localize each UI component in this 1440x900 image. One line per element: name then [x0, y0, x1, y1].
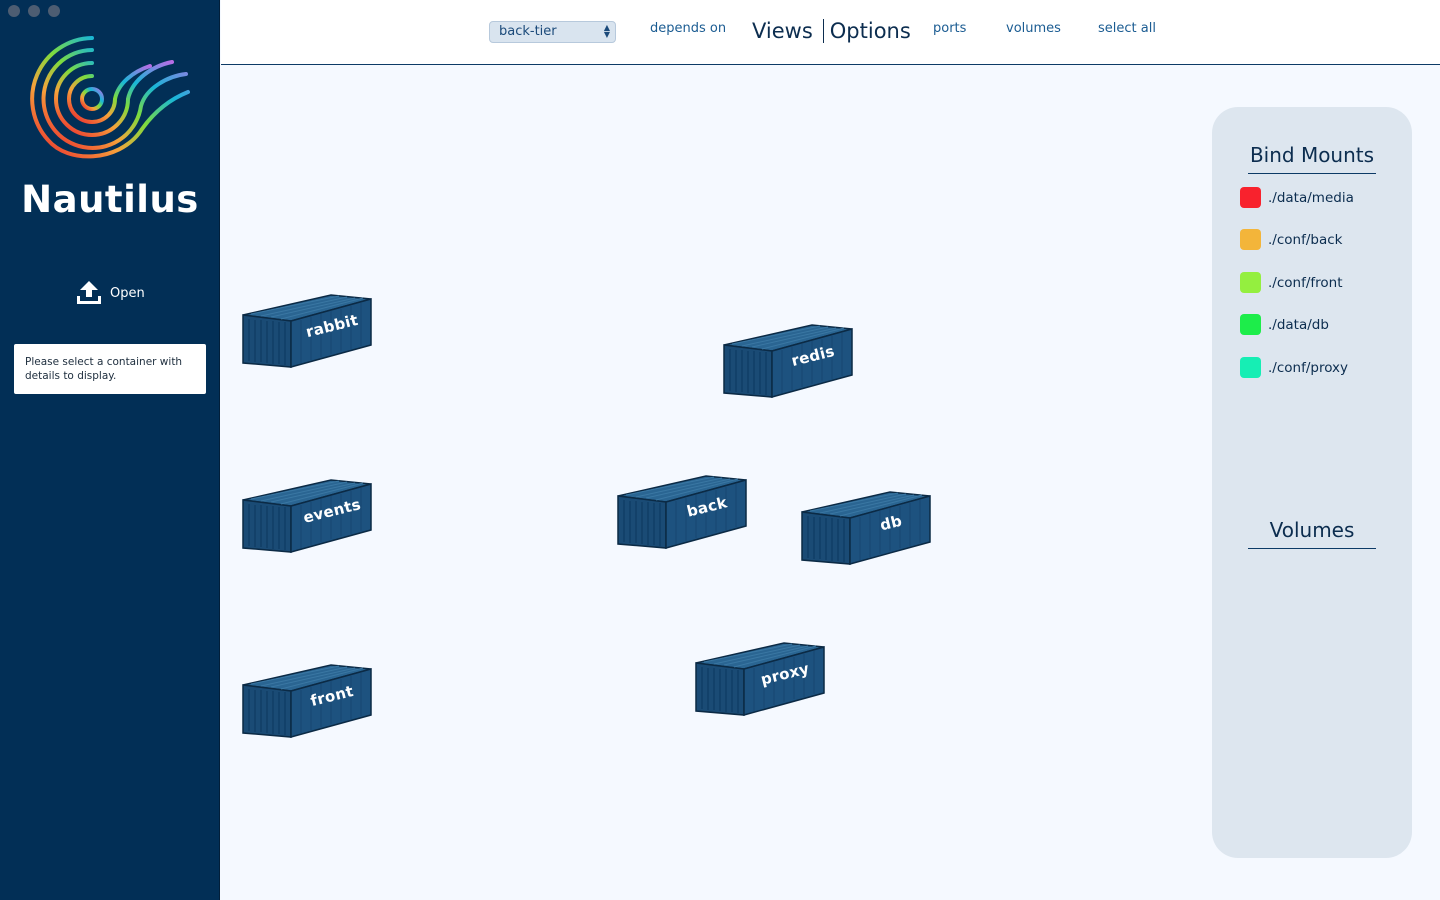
mount-label: ./conf/front — [1268, 274, 1343, 291]
maximize-window-button[interactable] — [48, 5, 60, 17]
color-swatch — [1240, 357, 1261, 378]
container-events[interactable]: events — [241, 478, 373, 554]
color-swatch — [1240, 314, 1261, 335]
container-front[interactable]: front — [241, 663, 373, 739]
ports-link[interactable]: ports — [933, 21, 966, 36]
top-nav-bar: back-tier ▲ ▼ depends on Views Options po… — [221, 0, 1440, 65]
volumes-link[interactable]: volumes — [1006, 21, 1061, 36]
options-label[interactable]: Options — [830, 19, 911, 43]
upload-icon — [77, 281, 101, 304]
container-back[interactable]: back — [616, 474, 748, 550]
color-swatch — [1240, 187, 1261, 208]
bind-mount-item[interactable]: ./conf/back — [1240, 229, 1342, 250]
color-swatch — [1240, 272, 1261, 293]
window-controls — [8, 5, 60, 17]
nautilus-logo-icon — [30, 36, 190, 159]
container-db[interactable]: db — [800, 490, 932, 566]
bind-mount-item[interactable]: ./data/media — [1240, 187, 1354, 208]
mount-label: ./data/db — [1268, 316, 1329, 333]
close-window-button[interactable] — [8, 5, 20, 17]
mount-label: ./data/media — [1268, 189, 1354, 206]
container-details-panel: Please select a container with details t… — [14, 344, 206, 394]
container-proxy[interactable]: proxy — [694, 641, 826, 717]
divider — [822, 19, 824, 43]
sidebar: Nautilus Open Please select a container … — [0, 0, 220, 900]
app-title: Nautilus — [21, 178, 199, 221]
bind-mounts-heading: Bind Mounts — [1248, 143, 1376, 174]
bind-mount-item[interactable]: ./conf/front — [1240, 272, 1343, 293]
open-file-button[interactable]: Open — [76, 280, 145, 306]
views-label[interactable]: Views — [752, 19, 813, 43]
depends-on-link[interactable]: depends on — [650, 21, 726, 36]
select-all-link[interactable]: select all — [1098, 21, 1156, 36]
views-options-header: Views Options — [752, 19, 911, 43]
bind-mount-item[interactable]: ./data/db — [1240, 314, 1329, 335]
volumes-heading: Volumes — [1248, 518, 1376, 549]
color-swatch — [1240, 229, 1261, 250]
open-label: Open — [110, 285, 145, 301]
mounts-panel: Bind Mounts ./data/media ./conf/back ./c… — [1212, 107, 1412, 858]
network-select[interactable]: back-tier ▲ ▼ — [489, 21, 616, 43]
minimize-window-button[interactable] — [28, 5, 40, 17]
container-rabbit[interactable]: rabbit — [241, 293, 373, 369]
mount-label: ./conf/proxy — [1268, 359, 1349, 376]
network-select-value: back-tier — [499, 24, 557, 39]
container-graph-canvas: rabbit redis events back db front proxy — [221, 66, 1211, 900]
mount-label: ./conf/back — [1268, 231, 1343, 248]
bind-mount-item[interactable]: ./conf/proxy — [1240, 357, 1348, 378]
container-redis[interactable]: redis — [722, 323, 854, 399]
select-arrows-icon: ▲ ▼ — [603, 23, 610, 39]
